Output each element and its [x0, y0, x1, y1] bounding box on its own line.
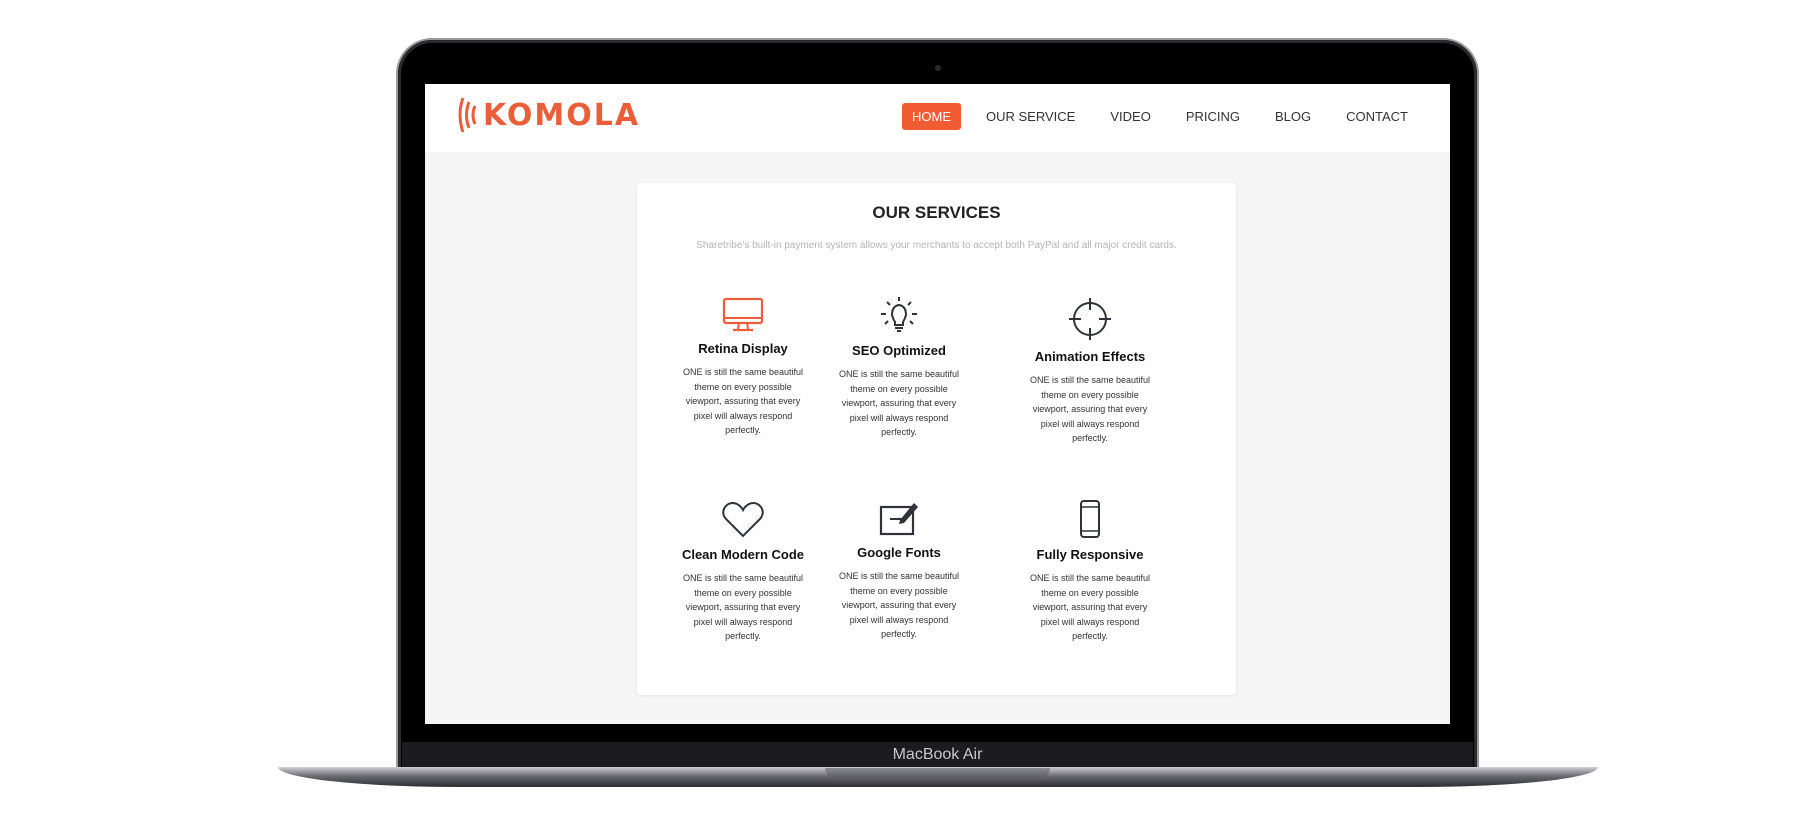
section-subtitle: Sharetribe's built-in payment system all…: [696, 240, 1177, 251]
main-menu: HOME OUR SERVICE VIDEO PRICING BLOG CONT…: [887, 103, 1418, 130]
navbar: KOMOLA HOME OUR SERVICE VIDEO PRICING BL…: [425, 84, 1450, 152]
feature-google-fonts: Google Fonts ONE is still the same beaut…: [824, 499, 974, 642]
feature-title: Retina Display: [698, 341, 788, 356]
nav-blog[interactable]: BLOG: [1265, 103, 1321, 130]
services-card: OUR SERVICES Sharetribe's built-in payme…: [637, 183, 1236, 695]
section-title: OUR SERVICES: [872, 203, 1001, 222]
feature-desc: ONE is still the same beautiful theme on…: [838, 369, 960, 437]
feature-title: Animation Effects: [1034, 349, 1146, 364]
monitor-icon: [722, 297, 764, 332]
feature-desc: ONE is still the same beautiful theme on…: [682, 367, 804, 435]
logo-text: KOMOLA: [483, 97, 641, 133]
nav-pricing[interactable]: PRICING: [1176, 103, 1250, 130]
screen: KOMOLA HOME OUR SERVICE VIDEO PRICING BL…: [425, 84, 1450, 724]
feature-title: Google Fonts: [857, 545, 941, 560]
edit-icon: [879, 503, 918, 536]
feature-fully-responsive: Fully Responsive ONE is still the same b…: [1015, 499, 1165, 644]
logo[interactable]: KOMOLA: [455, 94, 640, 136]
feature-desc: ONE is still the same beautiful theme on…: [838, 571, 960, 639]
lightbulb-icon: [881, 297, 917, 332]
nav-contact[interactable]: CONTACT: [1336, 103, 1418, 130]
feature-title: Fully Responsive: [1036, 547, 1144, 562]
feature-title: Clean Modern Code: [681, 547, 805, 562]
feature-desc: ONE is still the same beautiful theme on…: [682, 573, 804, 641]
nav-home[interactable]: HOME: [902, 103, 962, 130]
nav-our-service[interactable]: OUR SERVICE: [976, 103, 1085, 130]
feature-seo-optimized: SEO Optimized ONE is still the same beau…: [824, 295, 974, 440]
logo-mark-icon: [458, 97, 477, 133]
feature-desc: ONE is still the same beautiful theme on…: [1029, 573, 1151, 641]
heart-icon: [722, 502, 764, 538]
feature-desc: ONE is still the same beautiful theme on…: [1029, 375, 1151, 443]
feature-retina-display: Retina Display ONE is still the same bea…: [668, 297, 818, 438]
smartphone-icon: [1080, 500, 1100, 538]
feature-title: SEO Optimized: [852, 343, 946, 358]
nav-video[interactable]: VIDEO: [1100, 103, 1160, 130]
feature-animation-effects: Animation Effects ONE is still the same …: [1015, 297, 1165, 446]
crosshair-icon: [1069, 298, 1111, 340]
feature-clean-modern-code: Clean Modern Code ONE is still the same …: [668, 501, 818, 644]
laptop-notch: [825, 768, 1050, 778]
device-label: MacBook Air: [892, 746, 983, 763]
camera-dot: [935, 65, 941, 71]
